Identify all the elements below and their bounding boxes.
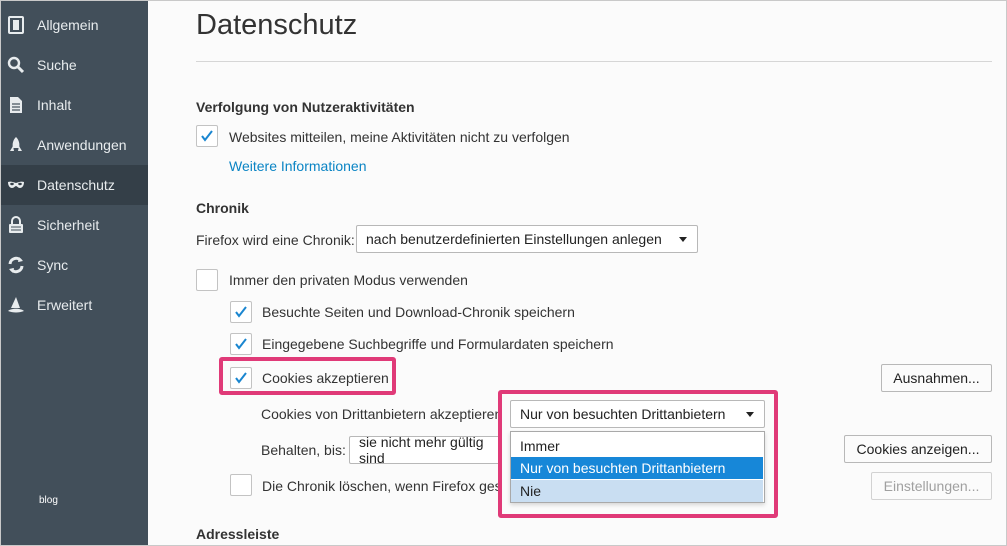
location-bar-heading: Adressleiste: [196, 526, 280, 542]
third-party-label: Cookies von Drittanbietern akzeptieren:: [261, 406, 507, 422]
sync-icon: [8, 256, 24, 274]
sidebar-item-label: Anwendungen: [37, 137, 127, 153]
browse-history-checkbox[interactable]: [230, 301, 252, 323]
option-nur-besuchte[interactable]: Nur von besuchten Drittanbietern: [511, 457, 763, 479]
page-title: Datenschutz: [196, 9, 358, 41]
sidebar-item-label: Erweitert: [37, 297, 93, 313]
option-immer[interactable]: Immer: [511, 435, 763, 457]
preferences-window: Allgemein Suche Inhalt Anwendungen Daten…: [0, 0, 1007, 546]
history-heading: Chronik: [196, 200, 249, 216]
cookies-checkbox[interactable]: [230, 367, 252, 389]
settings-button[interactable]: Einstellungen...: [871, 472, 992, 500]
clear-on-close-label: Die Chronik löschen, wenn Firefox geschl…: [262, 478, 502, 494]
lock-icon: [9, 216, 23, 233]
sidebar-item-allgemein[interactable]: Allgemein: [1, 5, 148, 45]
checkmark-icon: [201, 130, 213, 142]
search-icon: [7, 56, 25, 74]
sidebar-item-label: Sync: [37, 257, 69, 273]
tracking-heading: Verfolgung von Nutzeraktivitäten: [196, 99, 415, 115]
sidebar-item-label: Datenschutz: [37, 177, 115, 193]
checkmark-icon: [235, 338, 247, 350]
chevron-down-icon: [679, 237, 687, 242]
sidebar-item-suche[interactable]: Suche: [1, 45, 148, 85]
clear-on-close-checkbox[interactable]: [230, 474, 252, 496]
wizard-hat-icon: [8, 297, 24, 313]
third-party-value: Nur von besuchten Drittanbietern: [520, 406, 726, 422]
dnt-label: Websites mitteilen, meine Aktivitäten ni…: [229, 129, 570, 145]
sidebar-item-label: Sicherheit: [37, 217, 100, 233]
checkmark-icon: [235, 306, 247, 318]
third-party-select[interactable]: Nur von besuchten Drittanbietern: [510, 400, 765, 428]
option-nie[interactable]: Nie: [511, 480, 763, 502]
exceptions-button[interactable]: Ausnahmen...: [881, 364, 992, 392]
private-mode-checkbox[interactable]: [196, 269, 218, 291]
sidebar-item-label: Suche: [37, 57, 77, 73]
keep-until-select[interactable]: sie nicht mehr gültig sind: [349, 436, 509, 464]
document-icon: [10, 97, 22, 113]
history-mode-label: Firefox wird eine Chronik:: [196, 232, 355, 248]
sidebar-item-sync[interactable]: Sync: [1, 245, 148, 285]
sidebar-item-inhalt[interactable]: Inhalt: [1, 85, 148, 125]
sidebar-item-sicherheit[interactable]: Sicherheit: [1, 205, 148, 245]
form-history-checkbox[interactable]: [230, 333, 252, 355]
history-mode-value: nach benutzerdefinierten Einstellungen a…: [366, 231, 662, 247]
keep-until-value: sie nicht mehr gültig sind: [359, 436, 484, 464]
rocket-icon: [10, 137, 22, 151]
keep-until-label: Behalten, bis:: [261, 442, 346, 458]
sidebar-item-erweitert[interactable]: Erweitert: [1, 285, 148, 325]
dnt-checkbox[interactable]: [196, 125, 218, 147]
history-mode-select[interactable]: nach benutzerdefinierten Einstellungen a…: [356, 225, 698, 253]
show-cookies-button[interactable]: Cookies anzeigen...: [844, 435, 992, 463]
sidebar-item-datenschutz[interactable]: Datenschutz: [1, 165, 148, 205]
sidebar-item-label: Inhalt: [37, 97, 72, 113]
title-divider: [196, 61, 992, 62]
sidebar-item-anwendungen[interactable]: Anwendungen: [1, 125, 148, 165]
main-content: Datenschutz Verfolgung von Nutzeraktivit…: [148, 1, 1006, 545]
mask-icon: [8, 181, 24, 188]
private-mode-label: Immer den privaten Modus verwenden: [229, 272, 468, 288]
third-party-options-list: Immer Nur von besuchten Drittanbietern N…: [510, 431, 765, 503]
sidebar: Allgemein Suche Inhalt Anwendungen Daten…: [1, 1, 148, 545]
sidebar-item-label: Allgemein: [37, 17, 99, 33]
form-history-label: Eingegebene Suchbegriffe und Formulardat…: [262, 336, 614, 352]
browse-history-label: Besuchte Seiten und Download-Chronik spe…: [262, 304, 575, 320]
checkmark-icon: [235, 372, 247, 384]
chevron-down-icon: [746, 412, 754, 417]
cookies-label: Cookies akzeptieren: [262, 370, 389, 386]
blog-watermark: blog: [39, 495, 58, 506]
more-info-link[interactable]: Weitere Informationen: [229, 158, 366, 174]
general-icon: [8, 16, 24, 34]
